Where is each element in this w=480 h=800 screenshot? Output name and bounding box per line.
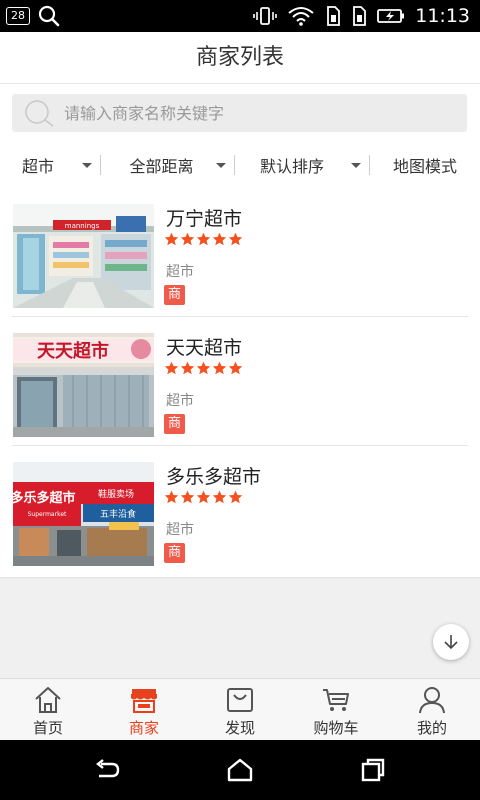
filter-sort-label: 默认排序 (259, 157, 324, 176)
shop-list-item[interactable]: mannings 万宁超市 超市 商 (0, 188, 480, 317)
shop-photo: 天天超市 (13, 333, 154, 437)
star-icon (212, 361, 227, 375)
store-icon (129, 685, 159, 715)
status-bar: 28 11:13 (0, 0, 480, 32)
cart-icon (321, 685, 351, 715)
recent-apps-button[interactable] (357, 755, 389, 785)
scroll-down-button[interactable] (433, 624, 469, 660)
search-icon (23, 98, 57, 132)
page-title: 商家列表 (195, 45, 284, 70)
shop-category: 超市 (166, 522, 194, 538)
shop-photo-sign: 五丰沿食 (100, 508, 136, 520)
filter-category-label: 超市 (21, 157, 54, 176)
system-nav-bar (0, 740, 480, 800)
filter-bar: 超市 全部距离 默认排序 地图模式 (0, 142, 480, 188)
back-button[interactable] (91, 755, 123, 785)
tab-label: 商家 (128, 719, 159, 737)
rating-stars (164, 361, 244, 375)
star-icon (196, 232, 211, 246)
recent-apps-icon (361, 758, 385, 782)
tab-label: 发现 (224, 719, 255, 737)
map-mode-label: 地图模式 (392, 157, 457, 176)
notification-count-badge: 28 (6, 7, 30, 25)
tab-label: 首页 (32, 719, 63, 737)
tab-cart[interactable]: 购物车 (288, 679, 384, 741)
shop-name: 天天超市 (166, 337, 243, 359)
star-icon (212, 490, 227, 504)
search-area (0, 84, 480, 142)
tab-discover[interactable]: 发现 (192, 679, 288, 741)
home-icon (227, 758, 253, 782)
shop-photo-sign: 天天超市 (37, 340, 109, 362)
back-icon (96, 759, 120, 778)
sim2-icon (351, 6, 367, 26)
tab-merchants[interactable]: 商家 (96, 679, 192, 741)
shop-photo-sign: mannings (65, 222, 100, 230)
star-icon (180, 232, 195, 246)
star-icon (228, 361, 243, 375)
search-input[interactable] (64, 94, 454, 132)
shop-list: mannings 万宁超市 超市 商 天天超市 天天超市 超市 商 多乐多超市 … (0, 188, 480, 578)
filter-category-dropdown[interactable]: 超市 (0, 142, 100, 188)
shop-photo-sign: 多乐多超市 (13, 490, 76, 506)
wifi-icon (287, 5, 315, 27)
star-icon (180, 490, 195, 504)
shop-name: 万宁超市 (166, 208, 243, 230)
search-box[interactable] (12, 94, 467, 132)
tab-profile[interactable]: 我的 (384, 679, 480, 741)
caret-down-icon (82, 163, 92, 168)
star-icon (164, 490, 179, 504)
star-icon (164, 232, 179, 246)
merchant-badge: 商 (164, 414, 185, 434)
shop-category: 超市 (166, 264, 194, 280)
rating-stars (164, 232, 244, 246)
app-header: 商家列表 (0, 32, 480, 84)
vibrate-icon (253, 6, 278, 26)
merchant-badge: 商 (164, 285, 185, 305)
sim1-icon (325, 6, 341, 26)
shop-photo-sign: Supermarket (28, 511, 67, 518)
clock: 11:13 (415, 5, 470, 27)
star-icon (196, 361, 211, 375)
rating-stars (164, 490, 244, 504)
star-icon (180, 361, 195, 375)
tab-label: 我的 (416, 719, 447, 737)
tab-home[interactable]: 首页 (0, 679, 96, 741)
home-icon (33, 685, 63, 715)
filter-distance-label: 全部距离 (129, 157, 194, 176)
shop-name: 多乐多超市 (166, 466, 262, 488)
bottom-tab-bar: 首页 商家 发现 购物车 我的 (0, 678, 480, 740)
map-mode-button[interactable]: 地图模式 (370, 142, 480, 188)
shop-list-item[interactable]: 天天超市 天天超市 超市 商 (0, 317, 480, 446)
star-icon (228, 232, 243, 246)
user-icon (417, 685, 447, 715)
star-icon (164, 361, 179, 375)
home-button[interactable] (224, 755, 256, 785)
caret-down-icon (351, 163, 361, 168)
shop-list-item[interactable]: 多乐多超市 Supermarket 鞋服卖场 五丰沿食 多乐多超市 超市 商 (0, 446, 480, 575)
shop-photo: mannings (13, 204, 154, 308)
shop-photo-sign: 鞋服卖场 (98, 488, 134, 500)
tab-label: 购物车 (313, 719, 359, 737)
caret-down-icon (216, 163, 226, 168)
search-icon (38, 5, 60, 31)
battery-charging-icon (377, 8, 405, 24)
arrow-down-icon (444, 635, 458, 650)
filter-distance-dropdown[interactable]: 全部距离 (101, 142, 234, 188)
shop-category: 超市 (166, 393, 194, 409)
star-icon (228, 490, 243, 504)
merchant-badge: 商 (164, 543, 185, 563)
discover-icon (225, 685, 255, 715)
star-icon (196, 490, 211, 504)
filter-sort-dropdown[interactable]: 默认排序 (235, 142, 369, 188)
shop-photo: 多乐多超市 Supermarket 鞋服卖场 五丰沿食 (13, 462, 154, 566)
star-icon (212, 232, 227, 246)
